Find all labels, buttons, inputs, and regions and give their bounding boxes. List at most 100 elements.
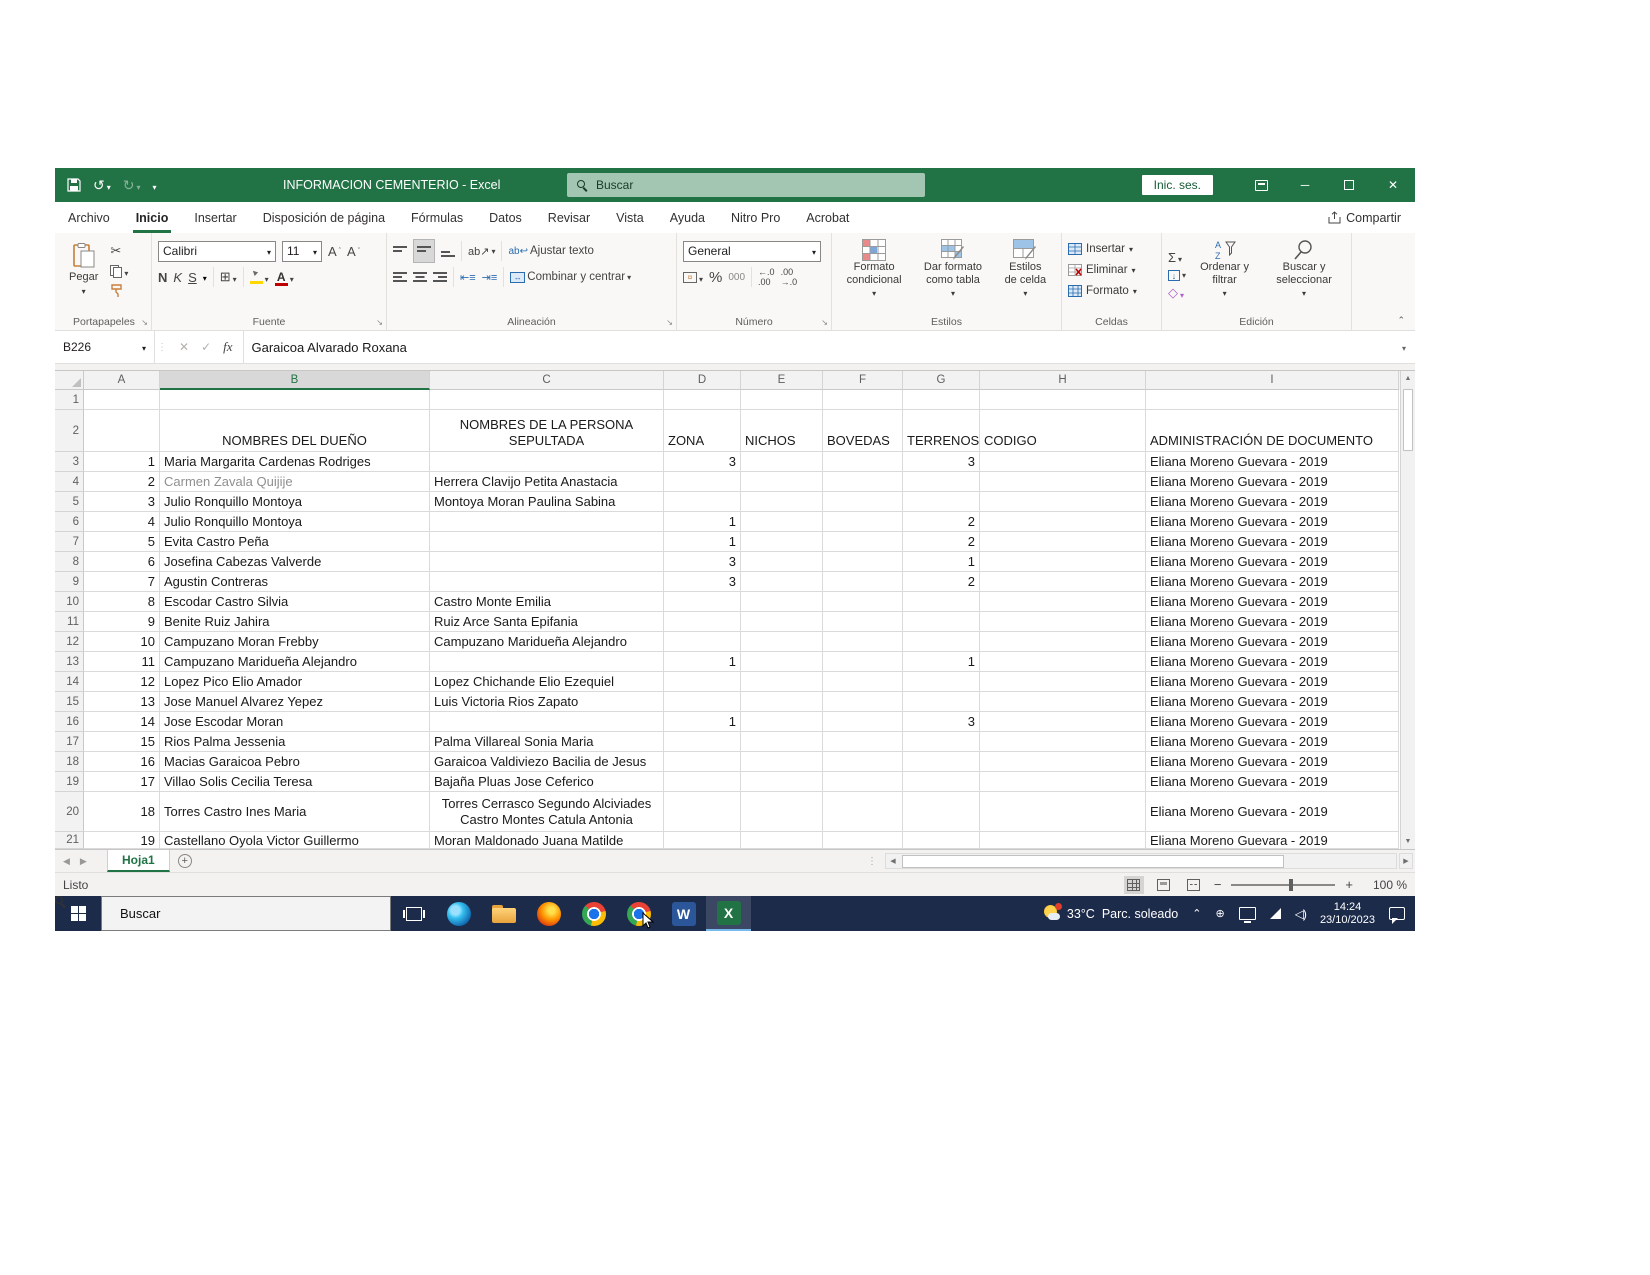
minimize-button[interactable]: ─ (1283, 168, 1327, 202)
cell-C1[interactable] (430, 390, 664, 410)
volume-icon[interactable] (1295, 907, 1306, 921)
row-header-2[interactable]: 2 (55, 410, 84, 452)
cancel-entry-icon[interactable]: ✕ (179, 340, 189, 354)
row-header-21[interactable]: 21 (55, 832, 84, 849)
borders-button[interactable]: ⊞ (220, 269, 237, 285)
format-painter-button[interactable] (110, 284, 128, 297)
cell-G16[interactable]: 3 (903, 712, 980, 732)
cell-G1[interactable] (903, 390, 980, 410)
cell-E9[interactable] (741, 572, 823, 592)
cell-C6[interactable] (430, 512, 664, 532)
cell-E3[interactable] (741, 452, 823, 472)
sheet-nav-right-icon[interactable]: ▶ (80, 856, 87, 867)
comma-style-button[interactable]: 000 (728, 272, 745, 283)
cell-B18[interactable]: Macias Garaicoa Pebro (160, 752, 430, 772)
maximize-button[interactable] (1327, 168, 1371, 202)
cell-E16[interactable] (741, 712, 823, 732)
cell-G11[interactable] (903, 612, 980, 632)
cell-D18[interactable] (664, 752, 741, 772)
cell-G7[interactable]: 2 (903, 532, 980, 552)
cell-A16[interactable]: 14 (84, 712, 160, 732)
cell-F20[interactable] (823, 792, 903, 832)
cell-I17[interactable]: Eliana Moreno Guevara - 2019 (1146, 732, 1399, 752)
firefox-taskbar-icon[interactable] (526, 896, 571, 931)
sheet-tab-hoja1[interactable]: Hoja1 (107, 850, 170, 872)
sort-filter-button[interactable]: AZ Ordenar y filtrar (1192, 238, 1257, 313)
dialog-launcher-icon[interactable] (376, 318, 383, 327)
cell-I10[interactable]: Eliana Moreno Guevara - 2019 (1146, 592, 1399, 612)
cell-I20[interactable]: Eliana Moreno Guevara - 2019 (1146, 792, 1399, 832)
cell-A5[interactable]: 3 (84, 492, 160, 512)
cell-F4[interactable] (823, 472, 903, 492)
cell-B19[interactable]: Villao Solis Cecilia Teresa (160, 772, 430, 792)
dialog-launcher-icon[interactable] (141, 318, 148, 327)
cell-F8[interactable] (823, 552, 903, 572)
cell-D20[interactable] (664, 792, 741, 832)
cell-C17[interactable]: Palma Villareal Sonia Maria (430, 732, 664, 752)
horizontal-scrollbar[interactable]: ◀ (885, 853, 1397, 869)
align-center-button[interactable] (413, 272, 427, 283)
cell-G20[interactable] (903, 792, 980, 832)
delete-cells-button[interactable]: Eliminar (1068, 259, 1155, 280)
cell-F12[interactable] (823, 632, 903, 652)
insert-function-button[interactable]: fx (223, 339, 232, 355)
cell-E17[interactable] (741, 732, 823, 752)
zoom-out-button[interactable]: − (1214, 877, 1222, 892)
cell-D16[interactable]: 1 (664, 712, 741, 732)
cell-A4[interactable]: 2 (84, 472, 160, 492)
cell-E15[interactable] (741, 692, 823, 712)
tab-insertar[interactable]: Insertar (181, 202, 249, 233)
cell-C21[interactable]: Moran Maldonado Juana Matilde (430, 832, 664, 849)
share-button[interactable]: Compartir (1328, 202, 1401, 233)
page-break-view-button[interactable] (1184, 876, 1204, 894)
paste-button[interactable]: Pegar (63, 238, 104, 302)
column-header-I[interactable]: I (1146, 371, 1399, 390)
row-header-1[interactable]: 1 (55, 390, 84, 410)
cell-I18[interactable]: Eliana Moreno Guevara - 2019 (1146, 752, 1399, 772)
row-header-12[interactable]: 12 (55, 632, 84, 652)
cell-C20[interactable]: Torres Cerrasco Segundo Alciviades Castr… (430, 792, 664, 832)
cell-D1[interactable] (664, 390, 741, 410)
cell-A7[interactable]: 5 (84, 532, 160, 552)
cell-G8[interactable]: 1 (903, 552, 980, 572)
cell-I7[interactable]: Eliana Moreno Guevara - 2019 (1146, 532, 1399, 552)
cell-E18[interactable] (741, 752, 823, 772)
column-header-E[interactable]: E (741, 371, 823, 390)
cell-B2[interactable]: NOMBRES DEL DUEÑO (160, 410, 430, 452)
formula-bar-splitter[interactable]: ⋮ (155, 331, 169, 363)
bold-button[interactable]: N (158, 270, 167, 285)
format-cells-button[interactable]: Formato (1068, 280, 1155, 301)
autosum-button[interactable]: Σ (1168, 250, 1186, 265)
display-tray-icon[interactable] (1239, 907, 1256, 920)
cell-C13[interactable] (430, 652, 664, 672)
row-header-13[interactable]: 13 (55, 652, 84, 672)
row-header-15[interactable]: 15 (55, 692, 84, 712)
decrease-indent-button[interactable]: ⇤≡ (460, 271, 476, 284)
cell-F5[interactable] (823, 492, 903, 512)
collapse-ribbon-icon[interactable] (1397, 315, 1405, 326)
cell-E10[interactable] (741, 592, 823, 612)
cell-A19[interactable]: 17 (84, 772, 160, 792)
cell-H4[interactable] (980, 472, 1146, 492)
cell-G13[interactable]: 1 (903, 652, 980, 672)
font-name-select[interactable]: Calibri (158, 241, 276, 262)
cell-F15[interactable] (823, 692, 903, 712)
cell-C11[interactable]: Ruiz Arce Santa Epifania (430, 612, 664, 632)
cell-E12[interactable] (741, 632, 823, 652)
show-hidden-icons-button[interactable]: ⌃ (1192, 907, 1201, 920)
percent-style-button[interactable]: % (709, 269, 722, 286)
cell-H3[interactable] (980, 452, 1146, 472)
cell-C19[interactable]: Bajaña Pluas Jose Ceferico (430, 772, 664, 792)
cell-G9[interactable]: 2 (903, 572, 980, 592)
cell-H19[interactable] (980, 772, 1146, 792)
cell-B4[interactable]: Carmen Zavala Quijije (160, 472, 430, 492)
cell-F3[interactable] (823, 452, 903, 472)
cell-H8[interactable] (980, 552, 1146, 572)
scroll-down-icon[interactable]: ▼ (1401, 834, 1415, 849)
cell-F6[interactable] (823, 512, 903, 532)
cell-E19[interactable] (741, 772, 823, 792)
cell-E4[interactable] (741, 472, 823, 492)
cell-C3[interactable] (430, 452, 664, 472)
cell-A21[interactable]: 19 (84, 832, 160, 849)
column-header-G[interactable]: G (903, 371, 980, 390)
